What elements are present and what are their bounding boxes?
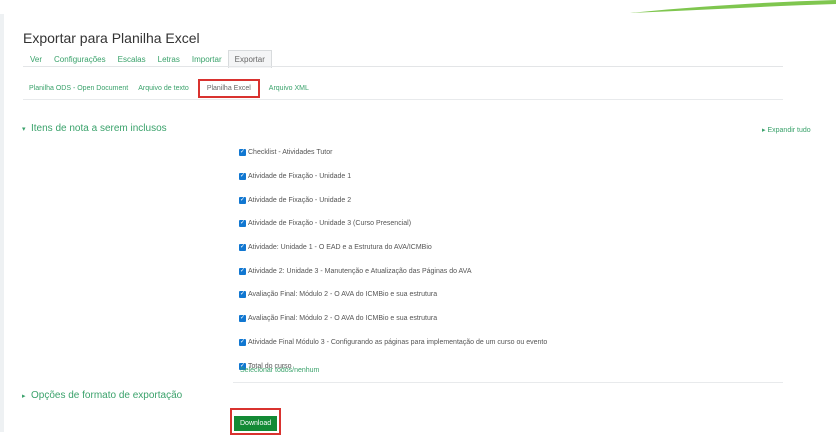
list-item[interactable]: ✓ Avaliação Final: Módulo 2 - O AVA do IC…: [239, 283, 547, 307]
list-item[interactable]: ✓ Atividade Final Módulo 3 - Configurando…: [239, 331, 547, 355]
grade-items-heading: Itens de nota a serem inclusos: [31, 123, 167, 134]
checkbox-checked[interactable]: ✓: [239, 315, 246, 323]
item-label: Checklist - Atividades Tutor: [248, 149, 333, 157]
item-label: Atividade: Unidade 1 - O EAD e a Estrutu…: [248, 244, 432, 252]
tab-configuracoes[interactable]: Configurações: [48, 51, 112, 68]
list-item[interactable]: ✓ Atividade de Fixação - Unidade 1: [239, 165, 547, 189]
tab-arquivo-texto[interactable]: Arquivo de texto: [133, 82, 194, 95]
list-item[interactable]: ✓ Avaliação Final: Módulo 2 - O AVA do IC…: [239, 307, 547, 331]
list-item[interactable]: ✓ Atividade de Fixação - Unidade 3 (Curso…: [239, 212, 547, 236]
checkbox-checked[interactable]: ✓: [239, 173, 246, 181]
tab-letras[interactable]: Letras: [152, 51, 186, 68]
checkbox-checked[interactable]: ✓: [239, 291, 246, 299]
item-label: Avaliação Final: Módulo 2 - O AVA do ICM…: [248, 315, 438, 323]
left-border: [0, 14, 4, 432]
tab-escalas[interactable]: Escalas: [112, 51, 152, 68]
secondary-tabs: Planilha ODS - Open Document Arquivo de …: [24, 79, 314, 98]
section-divider: [233, 382, 783, 383]
item-label: Atividade de Fixação - Unidade 3 (Curso …: [248, 220, 412, 228]
expand-all-link[interactable]: ▸ Expandir tudo: [762, 126, 811, 134]
tab-importar[interactable]: Importar: [186, 51, 228, 68]
item-label: Atividade 2: Unidade 3 - Manutenção e At…: [248, 267, 472, 275]
tab-arquivo-xml[interactable]: Arquivo XML: [264, 82, 314, 95]
list-item[interactable]: ✓ Atividade 2: Unidade 3 - Manutenção e A…: [239, 259, 547, 283]
tabs-divider: [23, 66, 783, 67]
expand-all-label: Expandir tudo: [767, 127, 811, 134]
page-title: Exportar para Planilha Excel: [23, 30, 200, 46]
checkbox-checked[interactable]: ✓: [239, 244, 246, 252]
item-label: Atividade de Fixação - Unidade 2: [248, 196, 352, 204]
subtabs-divider: [23, 99, 783, 100]
top-decoration: [0, 0, 836, 14]
item-label: Atividade de Fixação - Unidade 1: [248, 173, 352, 181]
item-label: Atividade Final Módulo 3 - Configurando …: [248, 338, 548, 346]
checkbox-checked[interactable]: ✓: [239, 338, 246, 346]
item-label: Avaliação Final: Módulo 2 - O AVA do ICM…: [248, 291, 438, 299]
checkbox-checked[interactable]: ✓: [239, 196, 246, 204]
format-options-heading: Opções de formato de exportação: [31, 390, 183, 401]
grade-items-list: ✓ Checklist - Atividades Tutor ✓ Atividade…: [239, 141, 547, 378]
checkbox-checked[interactable]: ✓: [239, 220, 246, 228]
list-item[interactable]: ✓ Atividade de Fixação - Unidade 2: [239, 188, 547, 212]
chevron-right-icon: ▸: [22, 393, 26, 400]
list-item[interactable]: ✓ Checklist - Atividades Tutor: [239, 141, 547, 165]
checkbox-checked[interactable]: ✓: [239, 149, 246, 157]
tab-planilha-ods[interactable]: Planilha ODS - Open Document: [24, 82, 133, 95]
tab-ver[interactable]: Ver: [24, 51, 48, 68]
tab-planilha-excel[interactable]: Planilha Excel: [197, 79, 260, 98]
list-item[interactable]: ✓ Atividade: Unidade 1 - O EAD e a Estrut…: [239, 236, 547, 260]
chevron-down-icon: ▾: [22, 126, 26, 133]
download-button[interactable]: Download: [234, 416, 278, 431]
checkbox-checked[interactable]: ✓: [239, 267, 246, 275]
download-highlight: Download: [230, 408, 282, 435]
format-options-header[interactable]: ▸ Opções de formato de exportação: [22, 390, 182, 401]
grade-items-header[interactable]: ▾ Itens de nota a serem inclusos: [22, 123, 167, 134]
select-all-link[interactable]: Selecionar todos/nenhum: [240, 367, 319, 374]
